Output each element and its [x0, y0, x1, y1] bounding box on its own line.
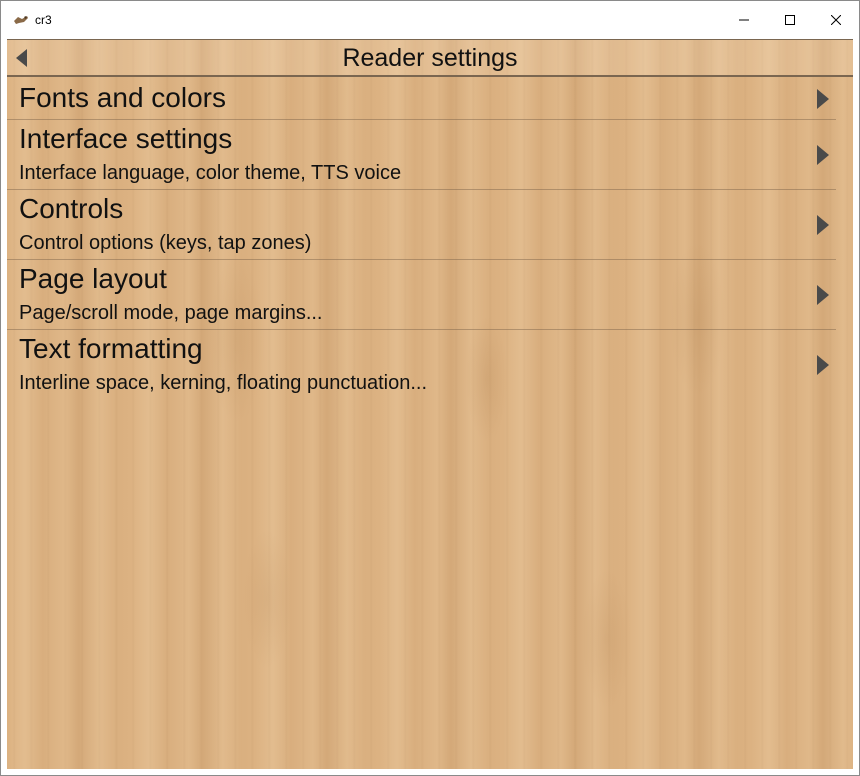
- menu-item-title: Interface settings: [19, 123, 233, 154]
- menu-item-subtitle: Control options (keys, tap zones): [19, 232, 312, 254]
- triangle-right-icon: [816, 354, 830, 376]
- triangle-right-icon: [816, 88, 830, 110]
- triangle-right-icon: [816, 144, 830, 166]
- close-button[interactable]: [813, 1, 859, 39]
- page-title: Reader settings: [342, 44, 518, 72]
- reader-settings-panel: Reader settings Fonts and colors Interfa…: [7, 39, 853, 769]
- menu-item-page-layout[interactable]: Page layout Page/scroll mode, page margi…: [7, 260, 836, 330]
- window-title: cr3: [35, 13, 52, 27]
- menu-item-subtitle: Interface language, color theme, TTS voi…: [19, 162, 402, 184]
- menu-item-title: Text formatting: [19, 333, 203, 364]
- settings-menu: Fonts and colors Interface settings Inte…: [7, 79, 853, 400]
- menu-item-title: Controls: [19, 193, 124, 224]
- settings-header: Reader settings: [7, 39, 853, 77]
- menu-item-subtitle: Interline space, kerning, floating punct…: [19, 372, 428, 394]
- triangle-right-icon: [816, 214, 830, 236]
- maximize-button[interactable]: [767, 1, 813, 39]
- menu-item-title: Page layout: [19, 263, 167, 294]
- minimize-icon: [739, 19, 749, 21]
- menu-item-subtitle: Page/scroll mode, page margins...: [19, 302, 323, 324]
- close-icon: [831, 15, 841, 25]
- window-controls: [721, 1, 859, 39]
- triangle-right-icon: [816, 284, 830, 306]
- app-icon: [13, 14, 29, 26]
- menu-item-fonts-and-colors[interactable]: Fonts and colors: [7, 79, 836, 120]
- menu-item-controls[interactable]: Controls Control options (keys, tap zone…: [7, 190, 836, 260]
- menu-item-text-formatting[interactable]: Text formatting Interline space, kerning…: [7, 330, 836, 400]
- menu-item-interface-settings[interactable]: Interface settings Interface language, c…: [7, 120, 836, 190]
- title-bar[interactable]: cr3: [1, 1, 859, 39]
- menu-item-title: Fonts and colors: [19, 82, 226, 113]
- app-window: cr3 Reader settings Fonts and colors Int…: [0, 0, 860, 776]
- minimize-button[interactable]: [721, 1, 767, 39]
- maximize-icon: [785, 15, 795, 25]
